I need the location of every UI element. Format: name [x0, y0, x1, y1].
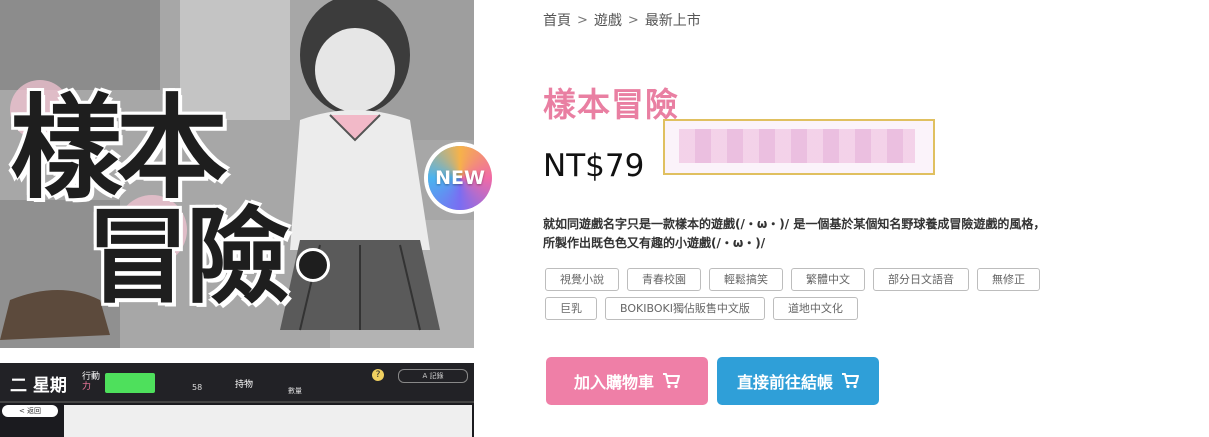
breadcrumb-home[interactable]: 首頁 [543, 10, 571, 30]
breadcrumb-games[interactable]: 遊戲 [594, 10, 622, 30]
tag-item[interactable]: 視覺小說 [545, 268, 619, 291]
tag-item[interactable]: 巨乳 [545, 297, 597, 320]
hud-back-button: < 返回 [2, 405, 58, 417]
new-badge-label: NEW [435, 167, 485, 189]
hud-action-text: 行動 [82, 372, 101, 382]
hud-cell-label: 數量 [288, 387, 302, 395]
game-scene-panel [64, 405, 472, 437]
tag-list: 視覺小說 青春校園 輕鬆搞笑 繁體中文 部分日文語音 無修正 巨乳 BOKIBO… [545, 268, 1065, 320]
tag-item[interactable]: 輕鬆搞笑 [709, 268, 783, 291]
tag-item[interactable]: 繁體中文 [791, 268, 865, 291]
product-cover-image[interactable]: 樣本 冒險 [0, 0, 474, 348]
hud-action-label: 行動 力 [82, 372, 100, 392]
hud-log-pill: A 記錄 [398, 369, 468, 383]
tag-item[interactable]: 道地中文化 [772, 297, 858, 320]
hud-power-text: 力 [82, 382, 92, 392]
hud-value: 58 [192, 383, 203, 392]
product-description: 就如同遊戲名字只是一款樣本的遊戲(/・ω・)/ 是一個基於某個知名野球養成冒險遊… [543, 217, 1046, 250]
game-screenshot-thumbnail[interactable]: 二 星期 行動 力 58 持物 數量 ? A 記錄 < 返回 [0, 363, 474, 437]
hud-item-label: 持物 [235, 380, 254, 390]
cover-title-dot [296, 248, 330, 282]
add-to-cart-button[interactable]: 加入購物車 [546, 357, 708, 405]
breadcrumb-new-releases[interactable]: 最新上市 [645, 10, 701, 30]
chevron-right-icon: > [577, 12, 588, 28]
chevron-right-icon: > [627, 12, 639, 28]
product-price: NT$79 [543, 148, 645, 184]
product-title: 樣本冒險 [543, 85, 679, 124]
tag-item[interactable]: BOKIBOKI獨佔販售中文版 [605, 297, 765, 320]
checkout-button[interactable]: 直接前往結帳 [717, 357, 879, 405]
cart-icon [842, 373, 859, 389]
cart-icon [663, 373, 680, 389]
cover-title-line2: 冒險 [85, 195, 291, 319]
tag-item[interactable]: 無修正 [977, 268, 1040, 291]
checkout-label: 直接前往結帳 [736, 373, 833, 392]
game-hud: 二 星期 行動 力 58 持物 數量 ? A 記錄 [0, 363, 474, 403]
add-to-cart-label: 加入購物車 [573, 373, 654, 392]
promo-banner [663, 119, 935, 175]
breadcrumb: 首頁 > 遊戲 > 最新上市 [543, 10, 701, 30]
hud-day: 二 星期 [10, 376, 67, 396]
new-badge: NEW [428, 146, 492, 210]
tag-item[interactable]: 青春校園 [627, 268, 701, 291]
hud-action-bar [105, 373, 155, 393]
hud-help-icon: ? [372, 369, 384, 381]
tag-item[interactable]: 部分日文語音 [873, 268, 969, 291]
